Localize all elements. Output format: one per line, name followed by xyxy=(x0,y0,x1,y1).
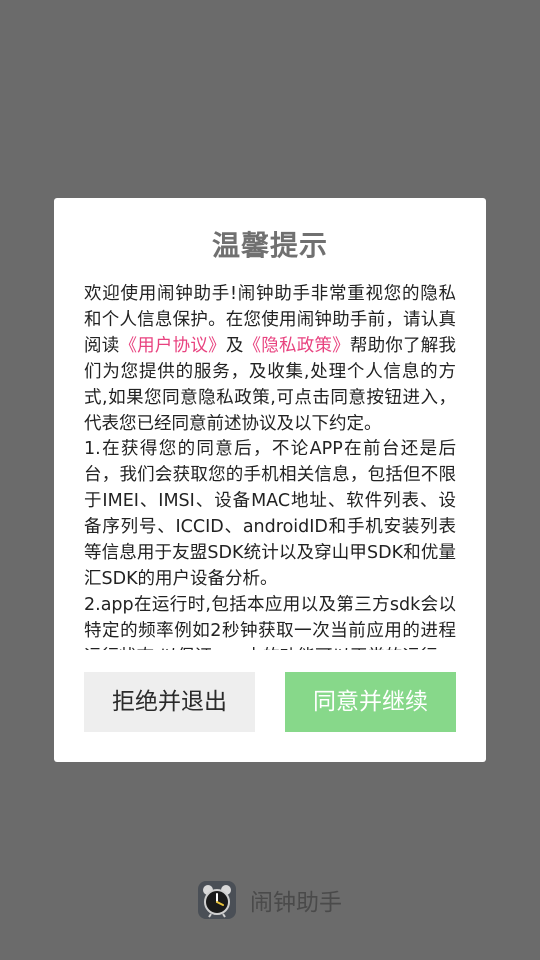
agree-continue-button[interactable]: 同意并继续 xyxy=(285,672,456,732)
alarm-clock-icon xyxy=(198,881,236,919)
clause-1: 1.在获得您的同意后，不论APP在前台还是后台，我们会获取您的手机相关信息，包括… xyxy=(84,439,456,589)
clause-2: 2.app在运行时,包括本应用以及第三方sdk会以特定的频率例如2秒钟获取一次当… xyxy=(84,594,456,650)
privacy-policy-link[interactable]: 《隐私政策》 xyxy=(244,336,350,356)
intro-paragraph: 欢迎使用闹钟助手!闹钟助手非常重视您的隐私和个人信息保护。在您使用闹钟助手前，请… xyxy=(84,282,456,437)
privacy-dialog: 温馨提示 欢迎使用闹钟助手!闹钟助手非常重视您的隐私和个人信息保护。在您使用闹钟… xyxy=(54,198,486,762)
dialog-title: 温馨提示 xyxy=(211,229,328,262)
and-text: 及 xyxy=(225,335,244,356)
dialog-body[interactable]: 欢迎使用闹钟助手!闹钟助手非常重视您的隐私和个人信息保护。在您使用闹钟助手前，请… xyxy=(84,282,456,650)
app-name: 闹钟助手 xyxy=(250,890,342,916)
splash-footer: 闹钟助手 xyxy=(0,880,540,920)
reject-exit-button[interactable]: 拒绝并退出 xyxy=(84,672,255,732)
user-agreement-link[interactable]: 《用户协议》 xyxy=(119,336,225,356)
